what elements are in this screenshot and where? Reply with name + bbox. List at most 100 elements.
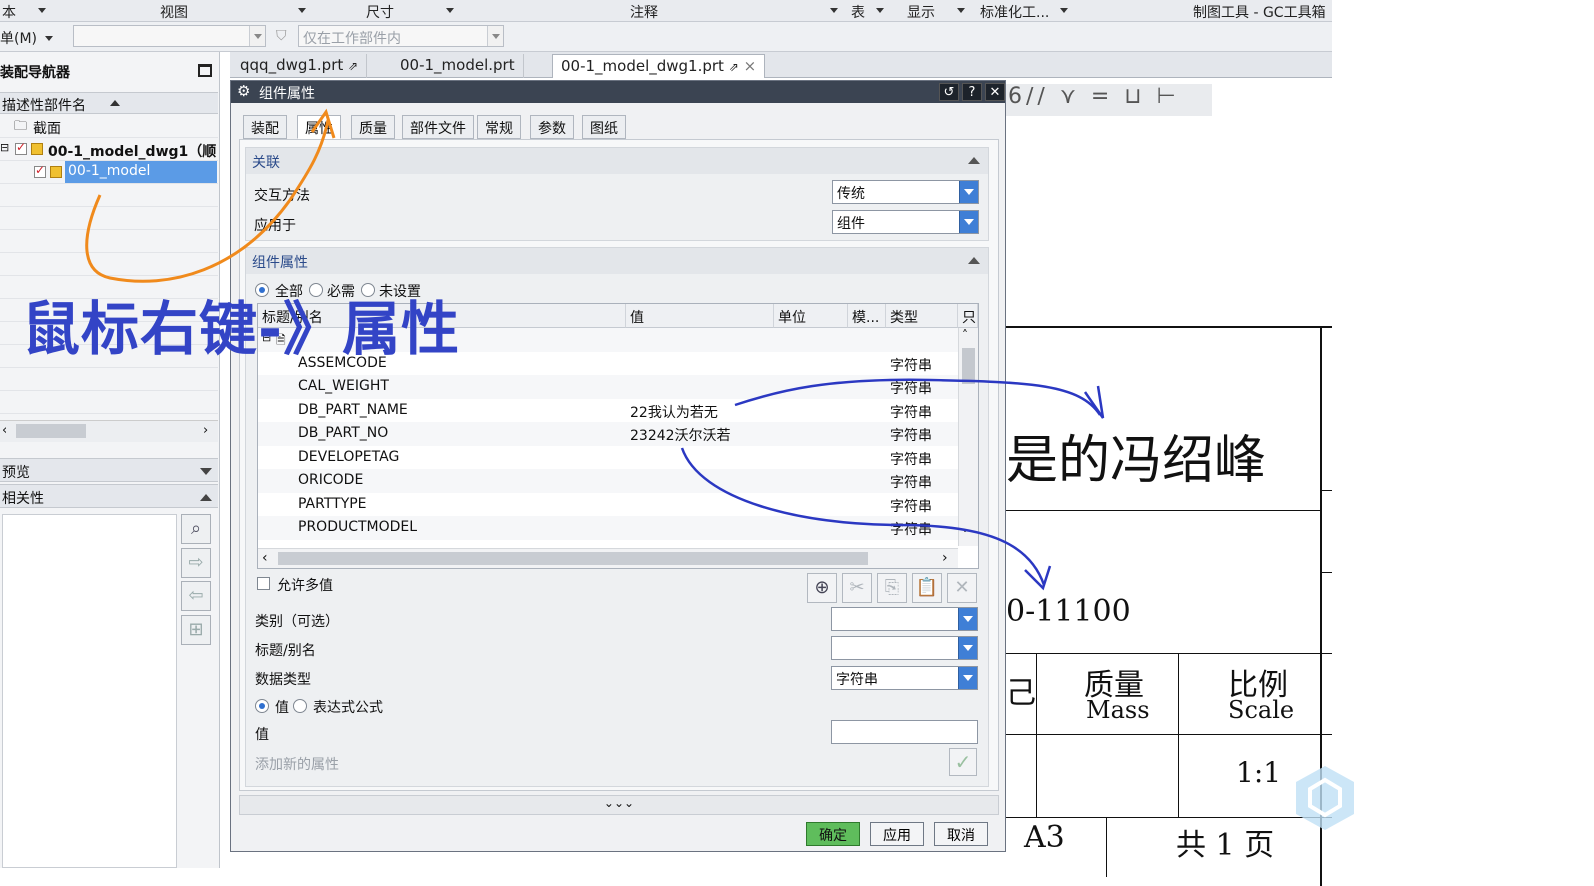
selection-filter-combo[interactable] [73,25,266,47]
sort-asc-icon[interactable] [110,100,120,106]
gear-icon[interactable]: ⚙ [237,82,250,100]
table-row[interactable]: PRODUCTMODEL 字符串 [258,516,958,540]
copy-icon[interactable]: ⎘ [877,573,907,603]
filter-icon[interactable]: ⛉ [276,28,287,44]
tab-mass[interactable]: 质量 [351,115,395,139]
tree-item-assembly[interactable]: ⊟ 00-1_model_dwg1（顺 [0,138,218,161]
scroll-left-icon[interactable]: ‹ [2,423,7,438]
tab-model[interactable]: 00-1_model.prt [392,54,524,78]
apply-button[interactable]: 应用 [870,822,924,846]
apply-to-select[interactable]: 组件 [832,210,979,234]
search-icon[interactable]: ⌕ [181,514,211,544]
tab-general[interactable]: 常规 [477,115,521,139]
close-icon[interactable]: ✕ [985,83,1005,101]
collapse-icon[interactable] [968,157,980,164]
value-input[interactable] [831,720,978,744]
tab-parameters[interactable]: 参数 [530,115,574,139]
paste-icon[interactable]: 📋 [912,573,942,603]
delete-icon[interactable]: ✕ [947,573,977,603]
navigator-hscrollbar[interactable]: ‹ › [0,420,218,442]
interaction-method-select[interactable]: 传统 [832,180,979,204]
cut-icon[interactable]: ✂ [842,573,872,603]
drafting-toolbar[interactable]: 6∕∕ ⋎ = ⊔ ⊢ [1006,84,1212,116]
arrow-left-icon[interactable]: ⇦ [181,581,211,611]
column-header-type[interactable]: 类型 [886,304,958,328]
association-header[interactable]: 关联 [246,148,988,174]
ribbon-item-display[interactable]: 显示 [907,2,935,22]
ribbon-item-standard[interactable]: 标准化工... [980,2,1049,22]
maximize-icon[interactable] [198,64,212,77]
menu-button[interactable]: 单(M) [0,28,37,48]
sketch-tools-icon[interactable]: 6∕∕ ⋎ = ⊔ ⊢ [1008,84,1180,109]
arrow-right-icon[interactable]: ⇨ [181,548,211,578]
collapse-icon[interactable]: ⊟ [0,141,9,154]
scroll-right-icon[interactable]: › [942,550,948,566]
expression-radio[interactable] [293,699,307,713]
allow-multiple-checkbox[interactable] [257,577,270,590]
component-attributes-header[interactable]: 组件属性 [246,248,988,274]
table-vscrollbar[interactable]: ˄ ˅ [958,328,978,546]
chevron-down-icon[interactable] [298,8,306,13]
tab-drawing[interactable]: 图纸 [582,115,626,139]
visibility-checkbox[interactable] [34,163,46,178]
visibility-checkbox[interactable] [15,140,27,155]
ribbon-item-view[interactable]: 视图 [160,2,188,22]
reset-icon[interactable]: ↺ [939,83,959,101]
dependency-pane-header[interactable]: 相关性 [0,484,218,508]
ribbon-item-drafting-tools[interactable]: 制图工具 - GC工具箱 [1193,2,1326,22]
dialog-titlebar[interactable]: ⚙ 组件属性 ↺ ? ✕ [231,81,1005,103]
column-header-part-name[interactable]: 描述性部件名 [0,92,218,114]
table-row[interactable]: PARTTYPE 字符串 [258,493,958,517]
scroll-right-icon[interactable]: › [203,423,208,438]
preview-pane-header[interactable]: 预览 [0,458,218,482]
chevron-down-icon[interactable] [830,8,838,13]
expand-icon[interactable] [200,468,212,475]
scope-combo[interactable]: 仅在工作部件内 [298,25,504,47]
column-header-mode[interactable]: 模... [848,304,886,328]
help-icon[interactable]: ? [962,83,982,101]
drawing-canvas[interactable]: 6∕∕ ⋎ = ⊔ ⊢ 是的冯绍峰 0-11100 己 质量 Mass 比例 S… [1006,78,1332,886]
table-row[interactable]: DEVELOPETAG 字符串 [258,446,958,470]
tab-assembly[interactable]: 装配 [243,115,287,139]
scroll-thumb[interactable] [278,552,868,565]
datatype-select[interactable]: 字符串 [831,666,978,690]
chevron-down-icon[interactable] [446,8,454,13]
tree-item-section[interactable]: 🗀 截面 [0,115,218,138]
new-attribute-icon[interactable]: ⊕ [807,573,837,603]
more-options-bar[interactable]: ⌄⌄⌄ [239,795,999,815]
chevron-down-icon[interactable] [876,8,884,13]
collapse-icon[interactable] [968,257,980,264]
chevron-down-icon[interactable] [958,667,977,689]
zoom-fit-icon[interactable]: ⊞ [181,615,211,645]
tab-part-file[interactable]: 部件文件 [402,115,474,139]
column-header-readonly[interactable]: 只 [958,304,978,328]
chevron-down-icon[interactable] [249,26,265,46]
chevron-down-icon[interactable] [959,211,978,233]
chevron-down-icon[interactable] [38,8,46,13]
chevron-down-icon[interactable] [1060,8,1068,13]
collapse-icon[interactable] [200,494,212,501]
table-row[interactable]: CAL_WEIGHT 字符串 [258,375,958,399]
tab-attributes[interactable]: 属性 [297,115,341,139]
column-header-value[interactable]: 值 [626,304,774,328]
ok-button[interactable]: 确定 [806,822,860,846]
scroll-thumb[interactable] [16,424,86,438]
chevron-down-icon[interactable] [957,8,965,13]
chevron-down-icon[interactable] [45,36,53,41]
chevron-down-icon[interactable] [958,608,977,630]
scroll-thumb[interactable] [962,348,975,384]
ribbon-item-annotation[interactable]: 注释 [630,2,658,22]
chevron-down-icon[interactable] [958,637,977,659]
table-row[interactable]: DB_PART_NO 23242沃尔沃若 字符串 [258,422,958,446]
table-row[interactable]: DB_PART_NAME 22我认为若无 字符串 [258,399,958,423]
title-alias-select[interactable] [831,636,978,660]
cancel-button[interactable]: 取消 [934,822,988,846]
expand-more-icon[interactable]: ⌄⌄⌄ [604,796,634,810]
tree-item-model[interactable]: 00-1_model [0,161,218,184]
scroll-left-icon[interactable]: ‹ [262,550,268,566]
tab-qqq-dwg1[interactable]: qqq_dwg1.prt ⇗ [232,54,368,78]
chevron-down-icon[interactable] [487,26,503,46]
table-hscrollbar[interactable]: ‹ › [258,548,958,568]
check-icon[interactable]: ✓ [949,748,977,776]
scroll-up-icon[interactable]: ˄ [962,328,968,342]
